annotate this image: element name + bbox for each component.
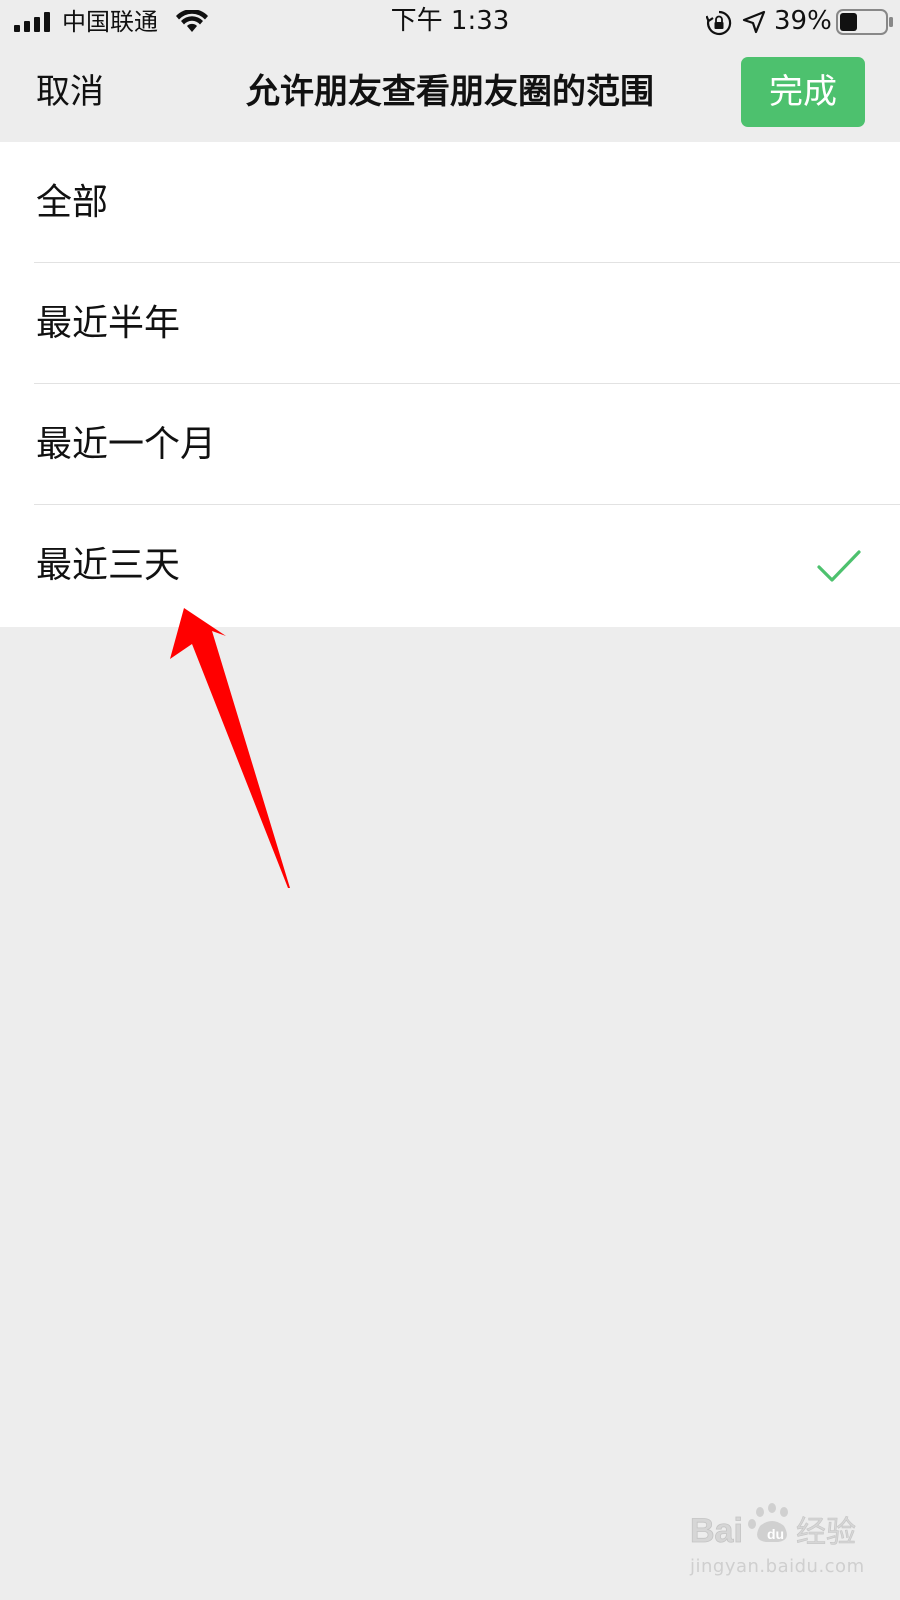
svg-text:经验: 经验 xyxy=(796,1515,856,1550)
nav-bar: 取消 允许朋友查看朋友圈的范围 完成 xyxy=(0,44,900,142)
option-label: 最近一个月 xyxy=(36,424,217,465)
cancel-button[interactable]: 取消 xyxy=(36,70,104,114)
rotation-lock-icon xyxy=(706,10,732,36)
visibility-range-list: 全部 最近半年 最近一个月 最近三天 xyxy=(0,142,900,627)
battery-icon xyxy=(836,9,893,35)
option-all[interactable]: 全部 xyxy=(0,142,900,263)
location-icon xyxy=(742,10,766,34)
option-label: 全部 xyxy=(36,182,109,223)
page-title: 允许朋友查看朋友圈的范围 xyxy=(246,72,654,112)
option-last-three-days[interactable]: 最近三天 xyxy=(0,505,900,627)
option-label: 最近三天 xyxy=(36,545,181,586)
done-button[interactable]: 完成 xyxy=(741,57,865,127)
status-bar: 中国联通 下午 1:33 39% xyxy=(0,0,900,44)
svg-text:du: du xyxy=(767,1526,784,1542)
checkmark-icon xyxy=(817,550,861,582)
option-label: 最近半年 xyxy=(36,303,181,344)
baidu-jingyan-watermark: Bai du 经验 jingyan.baidu.com xyxy=(688,1500,878,1590)
option-last-half-year[interactable]: 最近半年 xyxy=(0,263,900,384)
baidu-logo: Bai du 经验 xyxy=(690,1503,856,1550)
watermark-url: jingyan.baidu.com xyxy=(690,1556,865,1577)
battery-percentage: 39% xyxy=(774,6,832,36)
svg-text:Bai: Bai xyxy=(690,1512,743,1550)
annotation-arrow xyxy=(170,608,290,888)
option-last-month[interactable]: 最近一个月 xyxy=(0,384,900,505)
